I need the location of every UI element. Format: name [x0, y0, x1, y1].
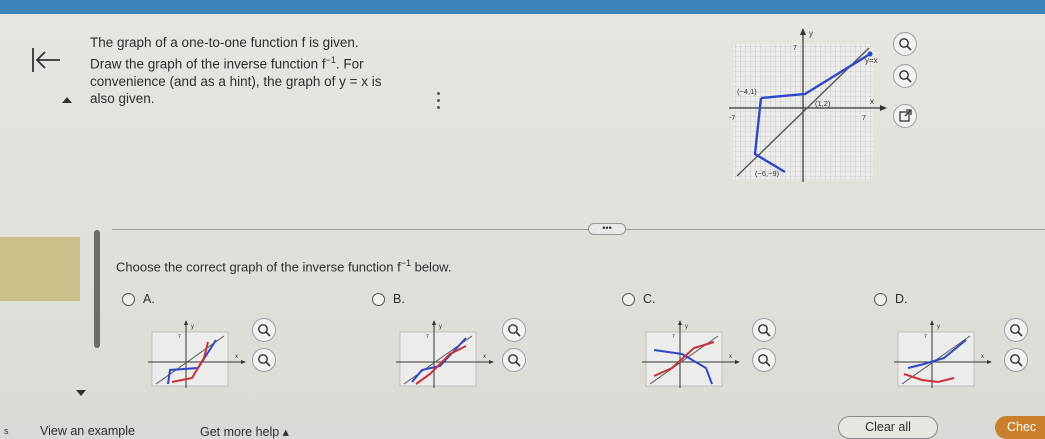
option-a-zoom-in-icon[interactable]: [252, 318, 276, 342]
zoom-out-icon[interactable]: [893, 64, 917, 88]
main-neg-x-tick: -7: [729, 115, 735, 122]
point-label-1: (−4,1): [737, 87, 757, 96]
option-a-tick: 7: [178, 334, 181, 340]
sub-question-end: below.: [410, 259, 452, 275]
check-answer-button[interactable]: Chec: [995, 416, 1045, 439]
option-c-zoom-out-icon[interactable]: [752, 348, 776, 372]
option-b-graph: y x 7: [396, 320, 494, 388]
option-d-zoom-in-icon[interactable]: [1004, 318, 1028, 342]
option-c[interactable]: C.: [622, 292, 656, 306]
option-b-y-label: y: [439, 324, 442, 330]
option-c-graph: y x 7: [642, 320, 740, 388]
option-c-label: C.: [643, 292, 656, 306]
question-line-3: convenience (and as a hint), the graph o…: [90, 73, 382, 89]
option-a-label: A.: [143, 292, 155, 306]
option-b[interactable]: B.: [372, 292, 405, 306]
sub-question-text: Choose the correct graph of the inverse …: [116, 258, 451, 274]
option-b-zoom-out-icon[interactable]: [502, 348, 526, 372]
option-a-y-label: y: [191, 324, 194, 330]
point-label-2: (1,2): [815, 99, 831, 108]
top-bar: [0, 0, 1045, 14]
option-a[interactable]: A.: [122, 292, 155, 306]
option-c-radio[interactable]: [622, 292, 635, 306]
highlight-bar: [0, 237, 80, 301]
question-text: The graph of a one-to-one function f is …: [90, 34, 430, 108]
option-d-radio[interactable]: [874, 292, 887, 306]
given-function-graph: y x 7 7 -7 y=x (−4,1) (1,2) (−6,−9): [729, 28, 887, 182]
option-d-tick: 7: [924, 334, 927, 340]
option-c-zoom-in-icon[interactable]: [752, 318, 776, 342]
sub-question-superscript: −1: [400, 258, 411, 268]
pane-resize-handle[interactable]: [436, 88, 441, 116]
clear-all-button[interactable]: Clear all: [838, 416, 938, 439]
option-d-x-label: x: [981, 354, 984, 360]
main-y-axis-label: y: [809, 29, 813, 38]
get-more-help-button[interactable]: Get more help ▴: [200, 424, 289, 439]
main-y-tick: 7: [793, 45, 797, 52]
scrollbar-thumb[interactable]: [94, 230, 100, 348]
sub-question-main: Choose the correct graph of the inverse …: [116, 259, 401, 275]
question-line-2: Draw the graph of the inverse function f…: [90, 52, 430, 73]
question-line-2-end: . For: [335, 56, 364, 72]
open-new-window-icon[interactable]: [893, 104, 917, 128]
line-y-equals-x-label: y=x: [865, 56, 878, 65]
section-divider: [112, 229, 1045, 230]
scroll-up-arrow-icon[interactable]: [62, 97, 72, 103]
option-c-x-label: x: [729, 354, 732, 360]
option-b-label: B.: [393, 292, 405, 306]
option-a-graph: y x 7: [148, 320, 246, 388]
option-b-zoom-in-icon[interactable]: [502, 318, 526, 342]
question-line-4: also given.: [90, 91, 155, 107]
zoom-in-icon[interactable]: [893, 32, 917, 56]
point-label-3: (−6,−9): [755, 169, 780, 178]
inverse-superscript: −1: [325, 54, 336, 65]
option-b-radio[interactable]: [372, 292, 385, 306]
option-a-x-label: x: [235, 354, 238, 360]
option-a-zoom-out-icon[interactable]: [252, 348, 276, 372]
back-to-start-icon[interactable]: [28, 44, 64, 78]
main-x-tick: 7: [862, 115, 866, 122]
expand-more-button[interactable]: •••: [588, 223, 626, 235]
main-x-axis-label: x: [870, 97, 874, 106]
option-d-zoom-out-icon[interactable]: [1004, 348, 1028, 372]
question-line-2-text: Draw the graph of the inverse function f: [90, 56, 326, 72]
view-example-link[interactable]: View an example: [40, 424, 135, 438]
question-line-1: The graph of a one-to-one function f is …: [90, 35, 359, 50]
option-b-tick: 7: [426, 334, 429, 340]
option-d-graph: y x 7: [894, 320, 992, 388]
scroll-down-arrow-icon[interactable]: [76, 390, 86, 396]
option-a-radio[interactable]: [122, 292, 135, 306]
option-b-x-label: x: [483, 354, 486, 360]
option-c-tick: 7: [672, 334, 675, 340]
option-d-label: D.: [895, 292, 908, 306]
cut-off-footer-text: s: [4, 426, 9, 436]
option-d-y-label: y: [937, 324, 940, 330]
option-d[interactable]: D.: [874, 292, 908, 306]
option-c-y-label: y: [685, 324, 688, 330]
